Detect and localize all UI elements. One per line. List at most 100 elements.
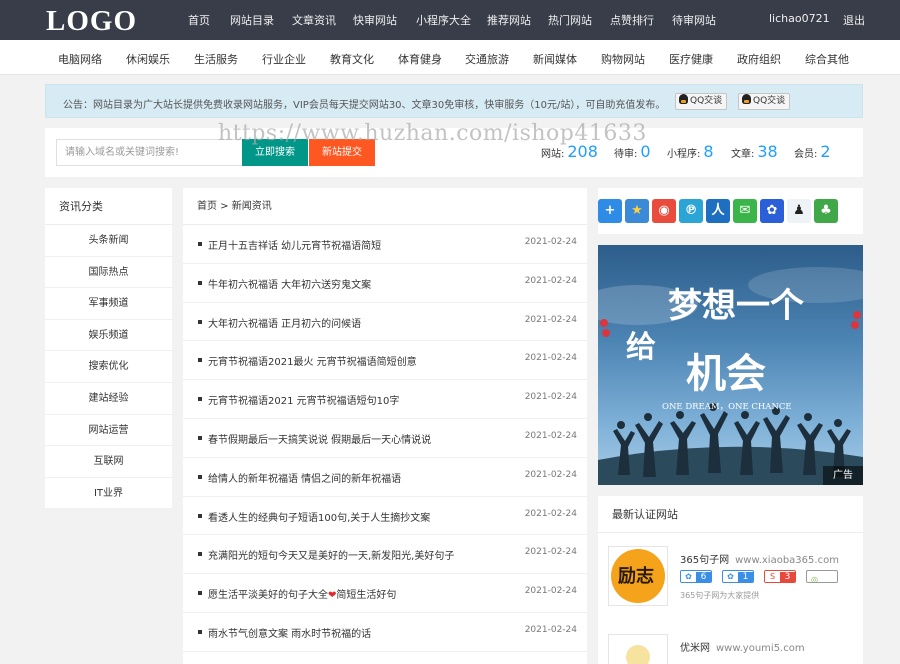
category-item[interactable]: 生活服务: [194, 51, 238, 67]
category-item[interactable]: 购物网站: [601, 51, 645, 67]
nav-mini-programs[interactable]: 小程序大全: [416, 12, 471, 28]
list-item[interactable]: 给情人的新年祝福语 情侣之间的新年祝福语 2021-02-24: [183, 458, 587, 497]
nav-popular[interactable]: 热门网站: [548, 12, 592, 28]
category-item[interactable]: 教育文化: [330, 51, 374, 67]
list-item[interactable]: 雨水节气创意文案 雨水时节祝福的话 2021-02-24: [183, 613, 587, 652]
category-item[interactable]: 休闲娱乐: [126, 51, 170, 67]
sidebar-item-site-building[interactable]: 建站经验: [45, 383, 172, 415]
article-title[interactable]: 愿生活平淡美好的句子大全❤简短生活好句: [208, 586, 396, 601]
stat-label: 文章:: [731, 149, 755, 160]
qq-chat-button[interactable]: QQ交谈: [738, 93, 791, 110]
article-date: 2021-02-24: [524, 392, 577, 403]
sogou-icon: ◎: [807, 574, 822, 582]
article-title[interactable]: 春节假期最后一天搞笑说说 假期最后一天心情说说: [208, 431, 431, 446]
category-item[interactable]: 交通旅游: [465, 51, 509, 67]
sidebar-item-entertainment[interactable]: 娱乐频道: [45, 320, 172, 352]
list-item[interactable]: 看透人生的经典句子短语100句,关于人生摘抄文案 2021-02-24: [183, 497, 587, 536]
site-name[interactable]: 365句子网 www.xiaoba365.com: [680, 551, 839, 566]
site-name[interactable]: 优米网 www.youmi5.com: [680, 639, 805, 654]
article-title[interactable]: 给情人的新年祝福语 情侣之间的新年祝福语: [208, 470, 401, 485]
stat-value: 2: [820, 142, 831, 161]
article-title[interactable]: 雨水节气创意文案 雨水时节祝福的话: [208, 625, 371, 640]
badge-value: 1: [738, 572, 753, 582]
site-thumbnail: [608, 634, 668, 664]
article-title[interactable]: 元宵节祝福语2021最火 元宵节祝福语简短创意: [208, 353, 417, 368]
article-date: 2021-02-24: [524, 237, 577, 247]
category-item[interactable]: 医疗健康: [669, 51, 713, 67]
site-thumbnail-image: 励志: [611, 549, 665, 603]
sidebar-item-it[interactable]: IT业界: [45, 478, 172, 510]
nav-home[interactable]: 首页: [188, 12, 210, 28]
article-date: 2021-02-24: [524, 430, 577, 441]
list-item[interactable]: 充满阳光的短句今天又是美好的一天,新发阳光,美好句子 2021-02-24: [183, 535, 587, 575]
category-item[interactable]: 电脑网络: [58, 51, 102, 67]
list-item[interactable]: 春节假期最后一天搞笑说说 假期最后一天心情说说 2021-02-24: [183, 419, 587, 458]
sidebar-item-international[interactable]: 国际热点: [45, 257, 172, 289]
banner-ad[interactable]: 梦想一个 给 机会 ONE DREAM，ONE CHANCE 广告: [598, 245, 863, 485]
list-item[interactable]: 大年初六祝福语 正月初六的问候语 2021-02-24: [183, 303, 587, 342]
stat-label: 待审:: [614, 149, 638, 160]
badge-value: [822, 571, 837, 582]
nav-recommended[interactable]: 推荐网站: [487, 12, 531, 28]
list-item[interactable]: 牛年初六祝福语 大年初六送穷鬼文案 2021-02-24: [183, 264, 587, 303]
bullet: [198, 397, 202, 402]
site-title[interactable]: 优米网: [680, 643, 710, 654]
article-title[interactable]: 大年初六祝福语 正月初六的问候语: [208, 315, 361, 330]
stat-label: 小程序:: [667, 149, 701, 160]
sidebar-item-internet[interactable]: 互联网: [45, 446, 172, 478]
baidu-icon[interactable]: ✿: [760, 199, 784, 223]
top-navbar: LOGO 首页 网站目录 文章资讯 快审网站 小程序大全 推荐网站 热门网站 点…: [0, 0, 900, 40]
article-title-part: 简短生活好句: [336, 590, 397, 602]
nav-likes-ranking[interactable]: 点赞排行: [610, 12, 654, 28]
badge-value: 6: [696, 572, 711, 582]
category-item[interactable]: 体育健身: [398, 51, 442, 67]
so-rank-badge: S3: [764, 570, 796, 583]
site-logo[interactable]: LOGO: [46, 5, 137, 38]
article-title[interactable]: 牛年初六祝福语 大年初六送穷鬼文案: [208, 276, 371, 291]
category-item[interactable]: 新闻媒体: [533, 51, 577, 67]
star-icon[interactable]: ★: [625, 199, 649, 223]
tencent-weibo-icon[interactable]: ℗: [679, 199, 703, 223]
user-link[interactable]: lichao0721: [769, 12, 830, 25]
list-item[interactable]: 元宵节祝福语2021 元宵节祝福语短句10字 2021-02-24: [183, 380, 587, 419]
sidebar-item-operations[interactable]: 网站运营: [45, 415, 172, 447]
nav-fast-review[interactable]: 快审网站: [353, 12, 397, 28]
nav-pending[interactable]: 待审网站: [672, 12, 716, 28]
category-item[interactable]: 行业企业: [262, 51, 306, 67]
article-title[interactable]: 正月十五吉祥话 幼儿元宵节祝福语简短: [208, 237, 381, 252]
list-item[interactable]: 元宵节祝福语2021最火 元宵节祝福语简短创意 2021-02-24: [183, 341, 587, 381]
ad-tag: 广告: [823, 466, 863, 485]
sidebar-item-military[interactable]: 军事频道: [45, 288, 172, 320]
weibo-icon[interactable]: ◉: [652, 199, 676, 223]
renren-icon[interactable]: 人: [706, 199, 730, 223]
site-title[interactable]: 365句子网: [680, 555, 729, 566]
category-bar: 电脑网络 休闲娱乐 生活服务 行业企业 教育文化 体育健身 交通旅游 新闻媒体 …: [0, 40, 900, 75]
clover-icon[interactable]: ♣: [814, 199, 838, 223]
bullet: [198, 435, 202, 440]
site-url[interactable]: www.youmi5.com: [716, 643, 805, 654]
article-title-part: 愿生活平淡美好的句子大全: [208, 590, 328, 602]
article-date: 2021-02-24: [524, 469, 577, 480]
sidebar-item-seo[interactable]: 搜索优化: [45, 351, 172, 383]
article-title[interactable]: 充满阳光的短句今天又是美好的一天,新发阳光,美好句子: [208, 547, 454, 562]
article-title[interactable]: 元宵节祝福语2021 元宵节祝福语短句10字: [208, 392, 399, 407]
stat-value: 8: [703, 142, 714, 161]
qq-icon[interactable]: ♟: [787, 199, 811, 223]
site-url[interactable]: www.xiaoba365.com: [735, 555, 839, 566]
wechat-icon[interactable]: ✉: [733, 199, 757, 223]
plus-icon[interactable]: +: [598, 199, 622, 223]
category-item[interactable]: 综合其他: [805, 51, 849, 67]
article-title[interactable]: 看透人生的经典句子短语100句,关于人生摘抄文案: [208, 509, 430, 524]
nav-directory[interactable]: 网站目录: [230, 12, 274, 28]
category-item[interactable]: 政府组织: [737, 51, 781, 67]
list-item[interactable]: 愿生活平淡美好的句子大全❤简短生活好句 2021-02-24: [183, 574, 587, 613]
banner-headline: 梦想一个: [668, 286, 804, 326]
site-description: 365句子网为大家提供: [680, 591, 760, 600]
article-date: 2021-02-24: [524, 353, 577, 364]
logout-link[interactable]: 退出: [843, 12, 865, 28]
sidebar-item-headlines[interactable]: 头条新闻: [45, 225, 172, 257]
bullet: [198, 280, 202, 285]
qq-chat-button[interactable]: QQ交谈: [675, 93, 728, 110]
nav-articles[interactable]: 文章资讯: [292, 12, 336, 28]
list-item[interactable]: 正月十五吉祥话 幼儿元宵节祝福语简短 2021-02-24: [183, 225, 587, 264]
